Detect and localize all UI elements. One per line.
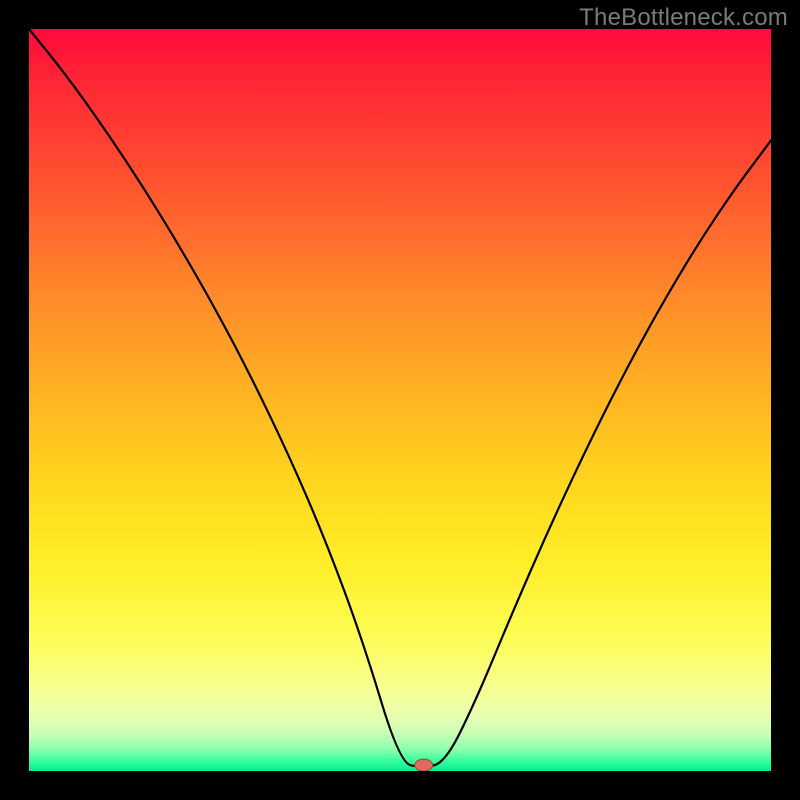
- plot-area: [29, 29, 771, 771]
- curve-layer: [29, 29, 771, 771]
- watermark-text: TheBottleneck.com: [579, 4, 788, 32]
- bottleneck-curve: [29, 29, 771, 766]
- optimum-marker: [415, 759, 433, 771]
- chart-frame: TheBottleneck.com: [0, 0, 800, 800]
